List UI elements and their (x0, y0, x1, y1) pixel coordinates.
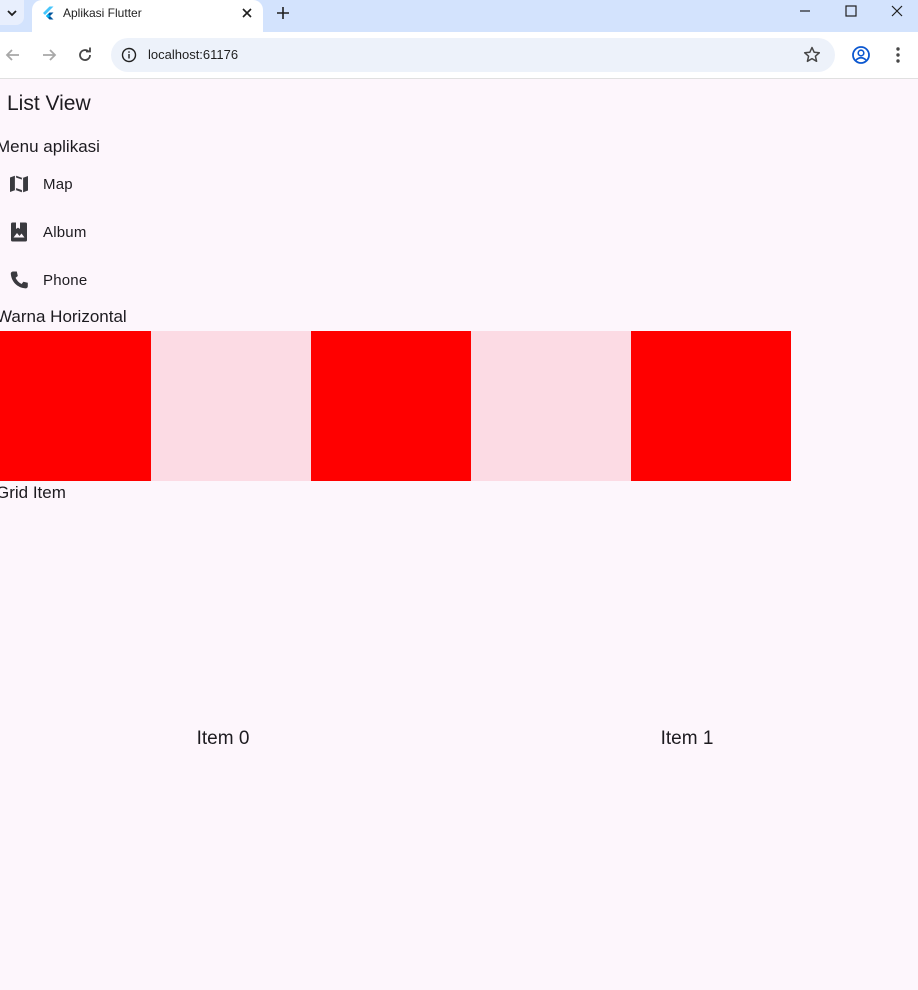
color-box (0, 331, 151, 481)
chevron-down-icon (7, 9, 17, 16)
app-viewport[interactable]: List View Menu aplikasi Map Album Phone … (0, 79, 918, 990)
forward-arrow-icon[interactable] (39, 45, 59, 65)
page-title: List View (7, 92, 91, 115)
grid-item-label: Item 0 (196, 728, 250, 749)
browser-tab[interactable]: Aplikasi Flutter (32, 0, 263, 32)
photo-album-icon (11, 222, 27, 242)
more-vert-icon[interactable] (888, 45, 908, 65)
minimize-icon[interactable] (797, 3, 813, 19)
close-icon[interactable] (239, 5, 255, 21)
new-tab-plus-icon[interactable] (274, 4, 292, 22)
reload-icon[interactable] (75, 45, 95, 65)
color-box (471, 331, 631, 481)
maximize-icon[interactable] (843, 3, 859, 19)
grid-item[interactable]: Item 1 (455, 503, 918, 975)
menu-item-label: Phone (43, 272, 88, 289)
flutter-icon (43, 6, 54, 20)
menu-item-label: Album (43, 224, 87, 241)
color-box (311, 331, 471, 481)
grid-item-label: Item 1 (660, 728, 714, 749)
url-text: localhost:61176 (148, 47, 239, 62)
browser-tab-strip: Aplikasi Flutter (0, 0, 918, 32)
grid-item[interactable]: Item 0 (0, 503, 455, 975)
window-close-icon[interactable] (889, 3, 905, 19)
color-box (631, 331, 791, 481)
menu-item-album[interactable]: Album (0, 209, 300, 257)
menu-item-label: Map (43, 176, 73, 193)
profile-icon[interactable] (851, 45, 871, 65)
color-section-label: Warna Horizontal (0, 307, 127, 326)
menu-item-map[interactable]: Map (0, 161, 300, 209)
menu-item-phone[interactable]: Phone (0, 257, 300, 305)
site-info-icon[interactable] (121, 47, 137, 63)
phone-icon (10, 271, 28, 289)
bookmark-star-icon[interactable] (802, 45, 822, 65)
browser-toolbar: localhost:61176 (0, 32, 918, 79)
tab-title: Aplikasi Flutter (63, 6, 142, 20)
tab-search-button[interactable] (0, 0, 24, 25)
grid-view[interactable]: Item 0 Item 1 (0, 503, 918, 975)
menu-section-label: Menu aplikasi (0, 137, 100, 156)
grid-section-label: Grid Item (0, 483, 66, 502)
horizontal-color-list[interactable] (0, 331, 918, 481)
address-bar[interactable]: localhost:61176 (111, 38, 835, 72)
back-arrow-icon[interactable] (3, 45, 23, 65)
map-icon (10, 175, 28, 193)
color-box (151, 331, 311, 481)
